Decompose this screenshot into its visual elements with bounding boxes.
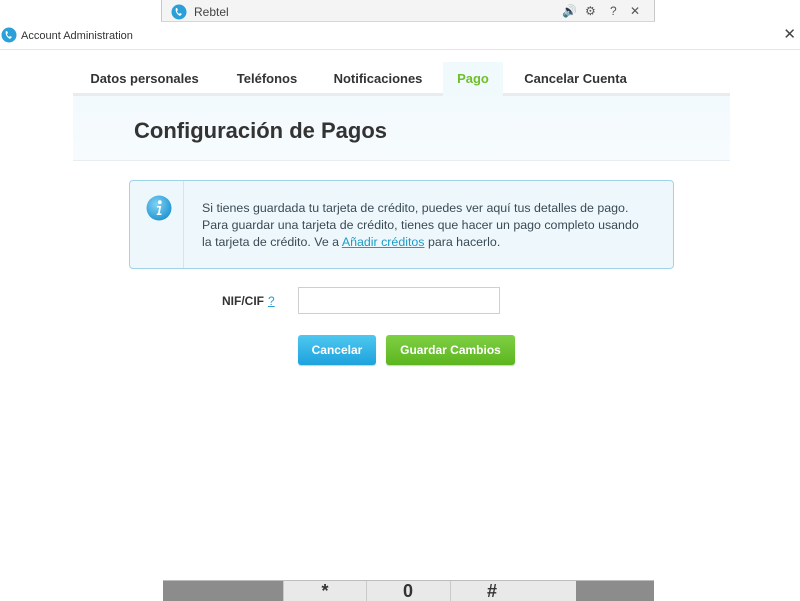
dialpad-key-star[interactable]: * <box>283 581 366 601</box>
info-icon-column <box>130 181 184 268</box>
info-icon <box>146 195 172 221</box>
rebtel-window-title: Rebtel <box>194 5 229 19</box>
dialpad-key-hash[interactable]: # <box>450 581 533 601</box>
gear-icon[interactable]: ⚙ <box>585 3 596 19</box>
info-box: Si tienes guardada tu tarjeta de crédito… <box>129 180 674 269</box>
save-changes-button[interactable]: Guardar Cambios <box>386 335 515 365</box>
help-icon[interactable]: ? <box>610 3 617 19</box>
tab-datos-personales[interactable]: Datos personales <box>73 62 216 96</box>
volume-icon[interactable]: 🔊 <box>562 3 577 19</box>
cancel-button[interactable]: Cancelar <box>298 335 376 365</box>
info-text-end: para hacerlo. <box>424 235 501 249</box>
dialog-close-icon[interactable]: ✕ <box>783 25 796 45</box>
nif-cif-label-text: NIF/CIF <box>222 294 264 308</box>
tab-notificaciones[interactable]: Notificaciones <box>323 62 433 96</box>
dialog-title: Account Administration <box>21 30 133 42</box>
page-title: Configuración de Pagos <box>134 118 388 143</box>
anadir-creditos-link[interactable]: Añadir créditos <box>342 235 425 249</box>
dialpad-right-panel <box>576 581 654 601</box>
section-header: Configuración de Pagos <box>73 96 730 161</box>
tab-telefonos[interactable]: Teléfonos <box>223 62 311 96</box>
nif-cif-input[interactable] <box>298 287 500 314</box>
nif-help-link[interactable]: ? <box>268 294 275 308</box>
account-administration-dialog: Account Administration ✕ Datos personale… <box>0 22 800 582</box>
rebtel-background-window: Rebtel 🔊 ⚙ ? ✕ <box>161 0 655 22</box>
close-icon[interactable]: ✕ <box>630 3 640 19</box>
dialpad-key-0[interactable]: 0 <box>366 581 449 601</box>
nif-cif-label: NIF/CIF? <box>222 294 275 308</box>
rebtel-logo-icon <box>171 4 187 20</box>
tab-pago[interactable]: Pago <box>443 62 503 96</box>
dialpad-left-panel <box>163 581 283 601</box>
dialpad-strip: * 0 # <box>163 580 654 601</box>
info-message: Si tienes guardada tu tarjeta de crédito… <box>202 200 642 251</box>
dialog-titlebar: Account Administration ✕ <box>0 22 800 50</box>
rebtel-logo-icon <box>1 27 17 43</box>
tab-cancelar-cuenta[interactable]: Cancelar Cuenta <box>513 62 638 96</box>
tab-bar: Datos personales Teléfonos Notificacione… <box>73 62 730 96</box>
